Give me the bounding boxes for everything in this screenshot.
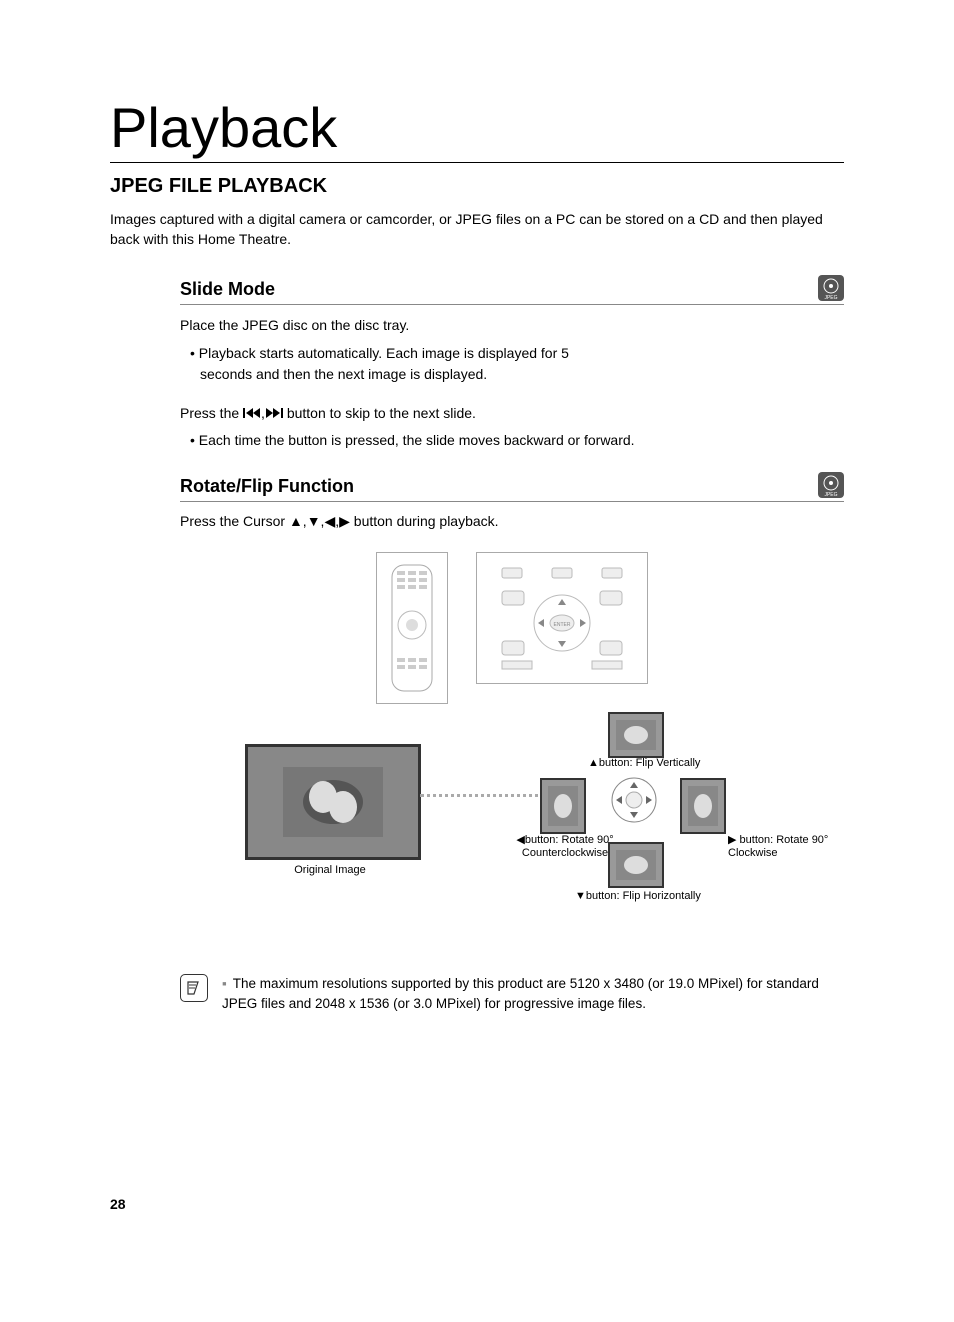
svg-text:JPEG: JPEG — [824, 295, 837, 301]
right-caption-text-b: Clockwise — [728, 847, 778, 859]
slide-mode-section: JPEG Slide Mode Place the JPEG disc on t… — [180, 279, 844, 450]
rotate-ccw-thumb — [540, 778, 586, 834]
right-button-caption: ▶ button: Rotate 90°Clockwise — [728, 834, 838, 860]
section-title: JPEG FILE PLAYBACK — [110, 175, 844, 198]
cursor-right-icon: ▶ — [339, 513, 350, 529]
cursor-down-icon: ▼ — [307, 513, 321, 529]
note-body: The maximum resolutions supported by thi… — [222, 976, 819, 1011]
skip-forward-icon — [265, 405, 283, 425]
skip-instruction: Press the , button to skip to the next s… — [180, 404, 844, 424]
note-bullet-icon: ▪ — [222, 976, 227, 991]
cursor-press-prefix: Press the Cursor — [180, 513, 289, 529]
left-button-caption: ◀button: Rotate 90°Counterclockwise — [510, 834, 620, 860]
cursor-up-icon: ▲ — [289, 513, 303, 529]
rotate-flip-heading: Rotate/Flip Function — [180, 476, 844, 502]
press-suffix-text: button to skip to the next slide. — [287, 405, 476, 421]
remote-control-icon — [376, 552, 448, 704]
slide-mode-instruction: Place the JPEG disc on the disc tray. — [180, 315, 844, 335]
rotate-flip-section: JPEG Rotate/Flip Function Press the Curs… — [180, 476, 844, 1014]
right-caption-text-a: button: Rotate 90° — [740, 834, 829, 846]
press-prefix-text: Press the — [180, 405, 243, 421]
original-image-thumb — [245, 744, 421, 860]
triangle-left-icon: ◀ — [516, 834, 524, 846]
note-text: ▪The maximum resolutions supported by th… — [222, 974, 844, 1015]
left-caption-text-a: button: Rotate 90° — [525, 834, 614, 846]
triangle-right-icon: ▶ — [728, 834, 736, 846]
up-caption-text: button: Flip Vertically — [599, 757, 701, 769]
intro-paragraph: Images captured with a digital camera or… — [110, 210, 844, 249]
svg-text:ENTER: ENTER — [554, 622, 571, 628]
slide-mode-bullet-1: • Playback starts automatically. Each im… — [190, 343, 600, 384]
slide-mode-heading: Slide Mode — [180, 279, 844, 305]
jpeg-disc-icon: JPEG — [818, 472, 844, 498]
note-row: ▪The maximum resolutions supported by th… — [180, 974, 844, 1015]
note-icon — [180, 974, 208, 1002]
cursor-left-icon: ◀ — [324, 513, 335, 529]
triangle-down-icon: ▼ — [575, 890, 586, 902]
page-number: 28 — [110, 1196, 126, 1212]
down-caption-text: button: Flip Horizontally — [586, 890, 701, 902]
remote-zoom-icon: ENTER — [476, 552, 648, 684]
cursor-press-suffix: button during playback. — [354, 513, 499, 529]
triangle-up-icon: ▲ — [588, 757, 599, 769]
up-button-caption: ▲button: Flip Vertically — [588, 757, 728, 770]
down-button-caption: ▼button: Flip Horizontally — [575, 890, 745, 903]
chapter-title: Playback — [110, 95, 844, 163]
rotate-flip-diagram: Original Image ▲button: Flip Vertically … — [180, 734, 844, 934]
manual-page: Playback JPEG FILE PLAYBACK Images captu… — [0, 0, 954, 1322]
jpeg-disc-icon: JPEG — [818, 275, 844, 301]
flip-vertical-thumb — [608, 712, 664, 758]
direction-pad-icon — [610, 776, 658, 824]
slide-mode-bullet-2: • Each time the button is pressed, the s… — [190, 430, 844, 450]
left-caption-text-b: Counterclockwise — [522, 847, 608, 859]
remote-illustration-row: ENTER — [180, 552, 844, 704]
cursor-instruction: Press the Cursor ▲,▼,◀,▶ button during p… — [180, 512, 844, 532]
svg-text:JPEG: JPEG — [824, 492, 837, 498]
original-image-caption: Original Image — [245, 864, 415, 876]
rotate-cw-thumb — [680, 778, 726, 834]
skip-back-icon — [243, 405, 261, 425]
